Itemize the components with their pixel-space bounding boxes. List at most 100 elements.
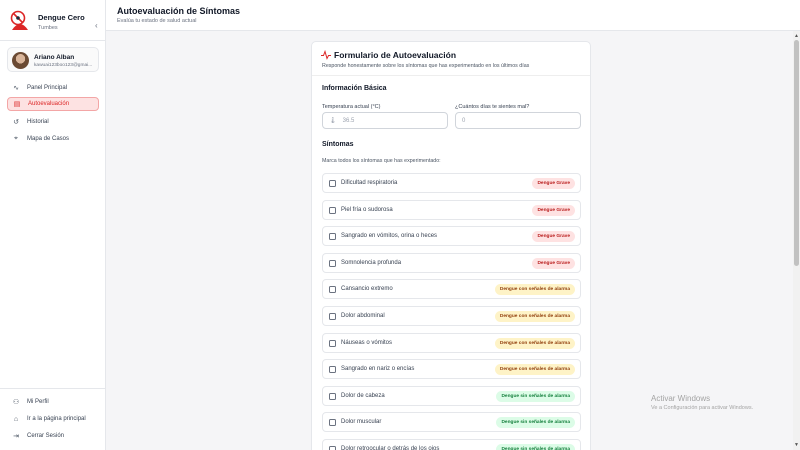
history-icon: ↺ <box>13 119 19 126</box>
symptom-item[interactable]: Cansancio extremo Dengue con señales de a… <box>322 279 581 300</box>
symptom-checkbox[interactable] <box>329 259 336 267</box>
symptom-label: Piel fría o sudorosa <box>341 206 393 213</box>
symptoms-hint: Marca todos los síntomas que has experim… <box>322 158 441 164</box>
nav-item-label: Mi Perfil <box>27 399 49 405</box>
severity-badge: Dengue con señales de alarma <box>494 284 575 296</box>
severity-badge: Dengue con señales de alarma <box>494 364 575 376</box>
severity-badge: Dengue Grave <box>532 231 575 243</box>
form-header: Formulario de Autoevaluación Responde ho… <box>312 42 590 76</box>
scroll-down-arrow-icon[interactable]: ▼ <box>794 442 799 448</box>
map-pin-icon: ⌖ <box>14 135 18 142</box>
symptom-checkbox[interactable] <box>329 313 336 320</box>
days-label: ¿Cuántos días te sientes mal? <box>455 104 530 110</box>
symptom-label: Dolor retroocular o detrás de los ojos <box>341 446 440 450</box>
symptom-label: Cansancio extremo <box>341 286 393 293</box>
brand-location: Tumbes <box>38 25 58 31</box>
symptom-checkbox[interactable] <box>329 366 336 374</box>
nav-item-historial[interactable]: ↺ Historial <box>7 115 99 129</box>
nav-item-pagina-principal[interactable]: ⌂ Ir a la página principal <box>7 412 99 426</box>
severity-badge: Dengue sin señales de alarma <box>496 444 575 450</box>
nav-item-mapa-de-casos[interactable]: ⌖ Mapa de Casos <box>7 132 99 146</box>
nav-item-autoevaluacion[interactable]: ▤ Autoevaluación <box>7 97 99 111</box>
nav-item-label: Autoevaluación <box>28 101 70 107</box>
self-assessment-form: Formulario de Autoevaluación Responde ho… <box>311 41 591 450</box>
days-placeholder: 0 <box>462 117 466 124</box>
symptom-checkbox[interactable] <box>329 392 336 400</box>
symptom-item[interactable]: Sangrado en nariz o encías Dengue con señ… <box>322 359 581 380</box>
symptom-checkbox[interactable] <box>329 233 336 241</box>
user-icon: ⚇ <box>12 399 20 406</box>
symptom-item[interactable]: Náuseas o vómitos Dengue con señales de a… <box>322 332 581 353</box>
symptom-checkbox[interactable] <box>329 180 336 187</box>
symptom-item[interactable]: Dolor muscular Dengue sin señales de alar… <box>322 412 581 433</box>
severity-badge: Dengue Grave <box>532 257 575 269</box>
symptom-label: Dolor abdominal <box>341 313 385 319</box>
symptom-item[interactable]: Dolor abdominal Dengue con señales de ala… <box>322 306 581 326</box>
nav-item-label: Mapa de Casos <box>27 136 70 142</box>
dengue-cero-logo <box>8 9 32 33</box>
days-input[interactable]: 0 <box>455 112 581 129</box>
severity-badge: Dengue sin señales de alarma <box>496 390 575 402</box>
user-email: kawuai123boo123@gmai... <box>34 63 93 68</box>
symptom-item[interactable]: Dolor retroocular o detrás de los ojos De… <box>322 439 581 450</box>
symptom-label: Náuseas o vómitos <box>341 339 393 346</box>
basic-info-title: Información Básica <box>322 85 387 92</box>
chevron-left-icon[interactable]: ‹ <box>95 21 98 30</box>
symptom-checkbox[interactable] <box>329 339 336 347</box>
nav-item-mi-perfil[interactable]: ⚇ Mi Perfil <box>7 395 99 409</box>
page-title: Autoevaluación de Síntomas <box>117 6 241 16</box>
symptoms-title: Síntomas <box>322 141 354 148</box>
divider <box>0 40 106 41</box>
severity-badge: Dengue Grave <box>532 178 575 189</box>
home-icon: ⌂ <box>13 415 19 423</box>
symptom-checkbox[interactable] <box>329 446 336 450</box>
symptom-item[interactable]: Dolor de cabeza Dengue sin señales de ala… <box>322 385 581 406</box>
temperature-placeholder: 36.5 <box>342 117 355 124</box>
windows-activation-title: Activar Windows <box>651 394 711 403</box>
brand-name: Dengue Cero <box>38 13 85 22</box>
nav-item-label: Panel Principal <box>27 85 68 91</box>
page-scrollbar[interactable]: ▲ ▼ <box>793 31 800 450</box>
page-subtitle: Evalúa tu estado de salud actual <box>117 18 197 24</box>
symptom-item[interactable]: Sangrado en vómitos, orina o heces Dengue… <box>322 226 581 247</box>
temperature-input[interactable]: 🌡 36.5 <box>322 112 448 129</box>
avatar <box>12 52 29 69</box>
symptom-label: Dificultad respiratoria <box>341 180 398 186</box>
thermometer-icon: 🌡 <box>329 118 337 124</box>
scroll-thumb[interactable] <box>794 40 799 266</box>
symptom-label: Dolor de cabeza <box>341 392 385 399</box>
symptom-checkbox[interactable] <box>329 286 336 294</box>
symptom-label: Sangrado en vómitos, orina o heces <box>341 233 438 240</box>
symptom-item[interactable]: Dificultad respiratoria Dengue Grave <box>322 173 581 193</box>
symptom-checkbox[interactable] <box>329 419 336 427</box>
nav-item-label: Cerrar Sesión <box>27 433 65 439</box>
symptom-label: Dolor muscular <box>341 419 382 426</box>
divider <box>0 388 106 389</box>
clipboard-icon: ▤ <box>13 101 21 108</box>
pulse-icon <box>321 50 331 60</box>
symptom-label: Sangrado en nariz o encías <box>341 366 415 373</box>
windows-activation-subtitle: Ve a Configuración para activar Windows. <box>651 405 754 411</box>
form-description: Responde honestamente sobre los síntomas… <box>322 63 530 69</box>
user-name: Ariano Alban <box>34 54 75 61</box>
nav-item-cerrar-sesion[interactable]: ⇥ Cerrar Sesión <box>7 429 99 443</box>
symptom-label: Somnolencia profunda <box>341 259 402 266</box>
symptom-item[interactable]: Somnolencia profunda Dengue Grave <box>322 252 581 273</box>
form-title: Formulario de Autoevaluación <box>334 50 457 60</box>
page-header: Autoevaluación de Síntomas Evalúa tu est… <box>106 0 800 31</box>
severity-badge: Dengue con señales de alarma <box>494 311 575 322</box>
activity-icon: ∿ <box>13 85 19 92</box>
severity-badge: Dengue sin señales de alarma <box>496 417 575 429</box>
user-card: Ariano Alban kawuai123boo123@gmai... <box>7 47 99 72</box>
brand: Dengue Cero Tumbes ‹ <box>6 6 100 36</box>
nav-item-panel-principal[interactable]: ∿ Panel Principal <box>7 81 99 95</box>
severity-badge: Dengue con señales de alarma <box>494 337 575 349</box>
symptom-item[interactable]: Piel fría o sudorosa Dengue Grave <box>322 199 581 220</box>
severity-badge: Dengue Grave <box>532 204 575 216</box>
temperature-label: Temperatura actual (°C) <box>322 104 381 110</box>
scroll-up-arrow-icon[interactable]: ▲ <box>794 33 799 39</box>
nav-item-label: Historial <box>27 119 49 125</box>
sidebar: Dengue Cero Tumbes ‹ Ariano Alban kawuai… <box>0 0 106 450</box>
symptom-checkbox[interactable] <box>329 206 336 214</box>
logout-icon: ⇥ <box>13 433 19 440</box>
